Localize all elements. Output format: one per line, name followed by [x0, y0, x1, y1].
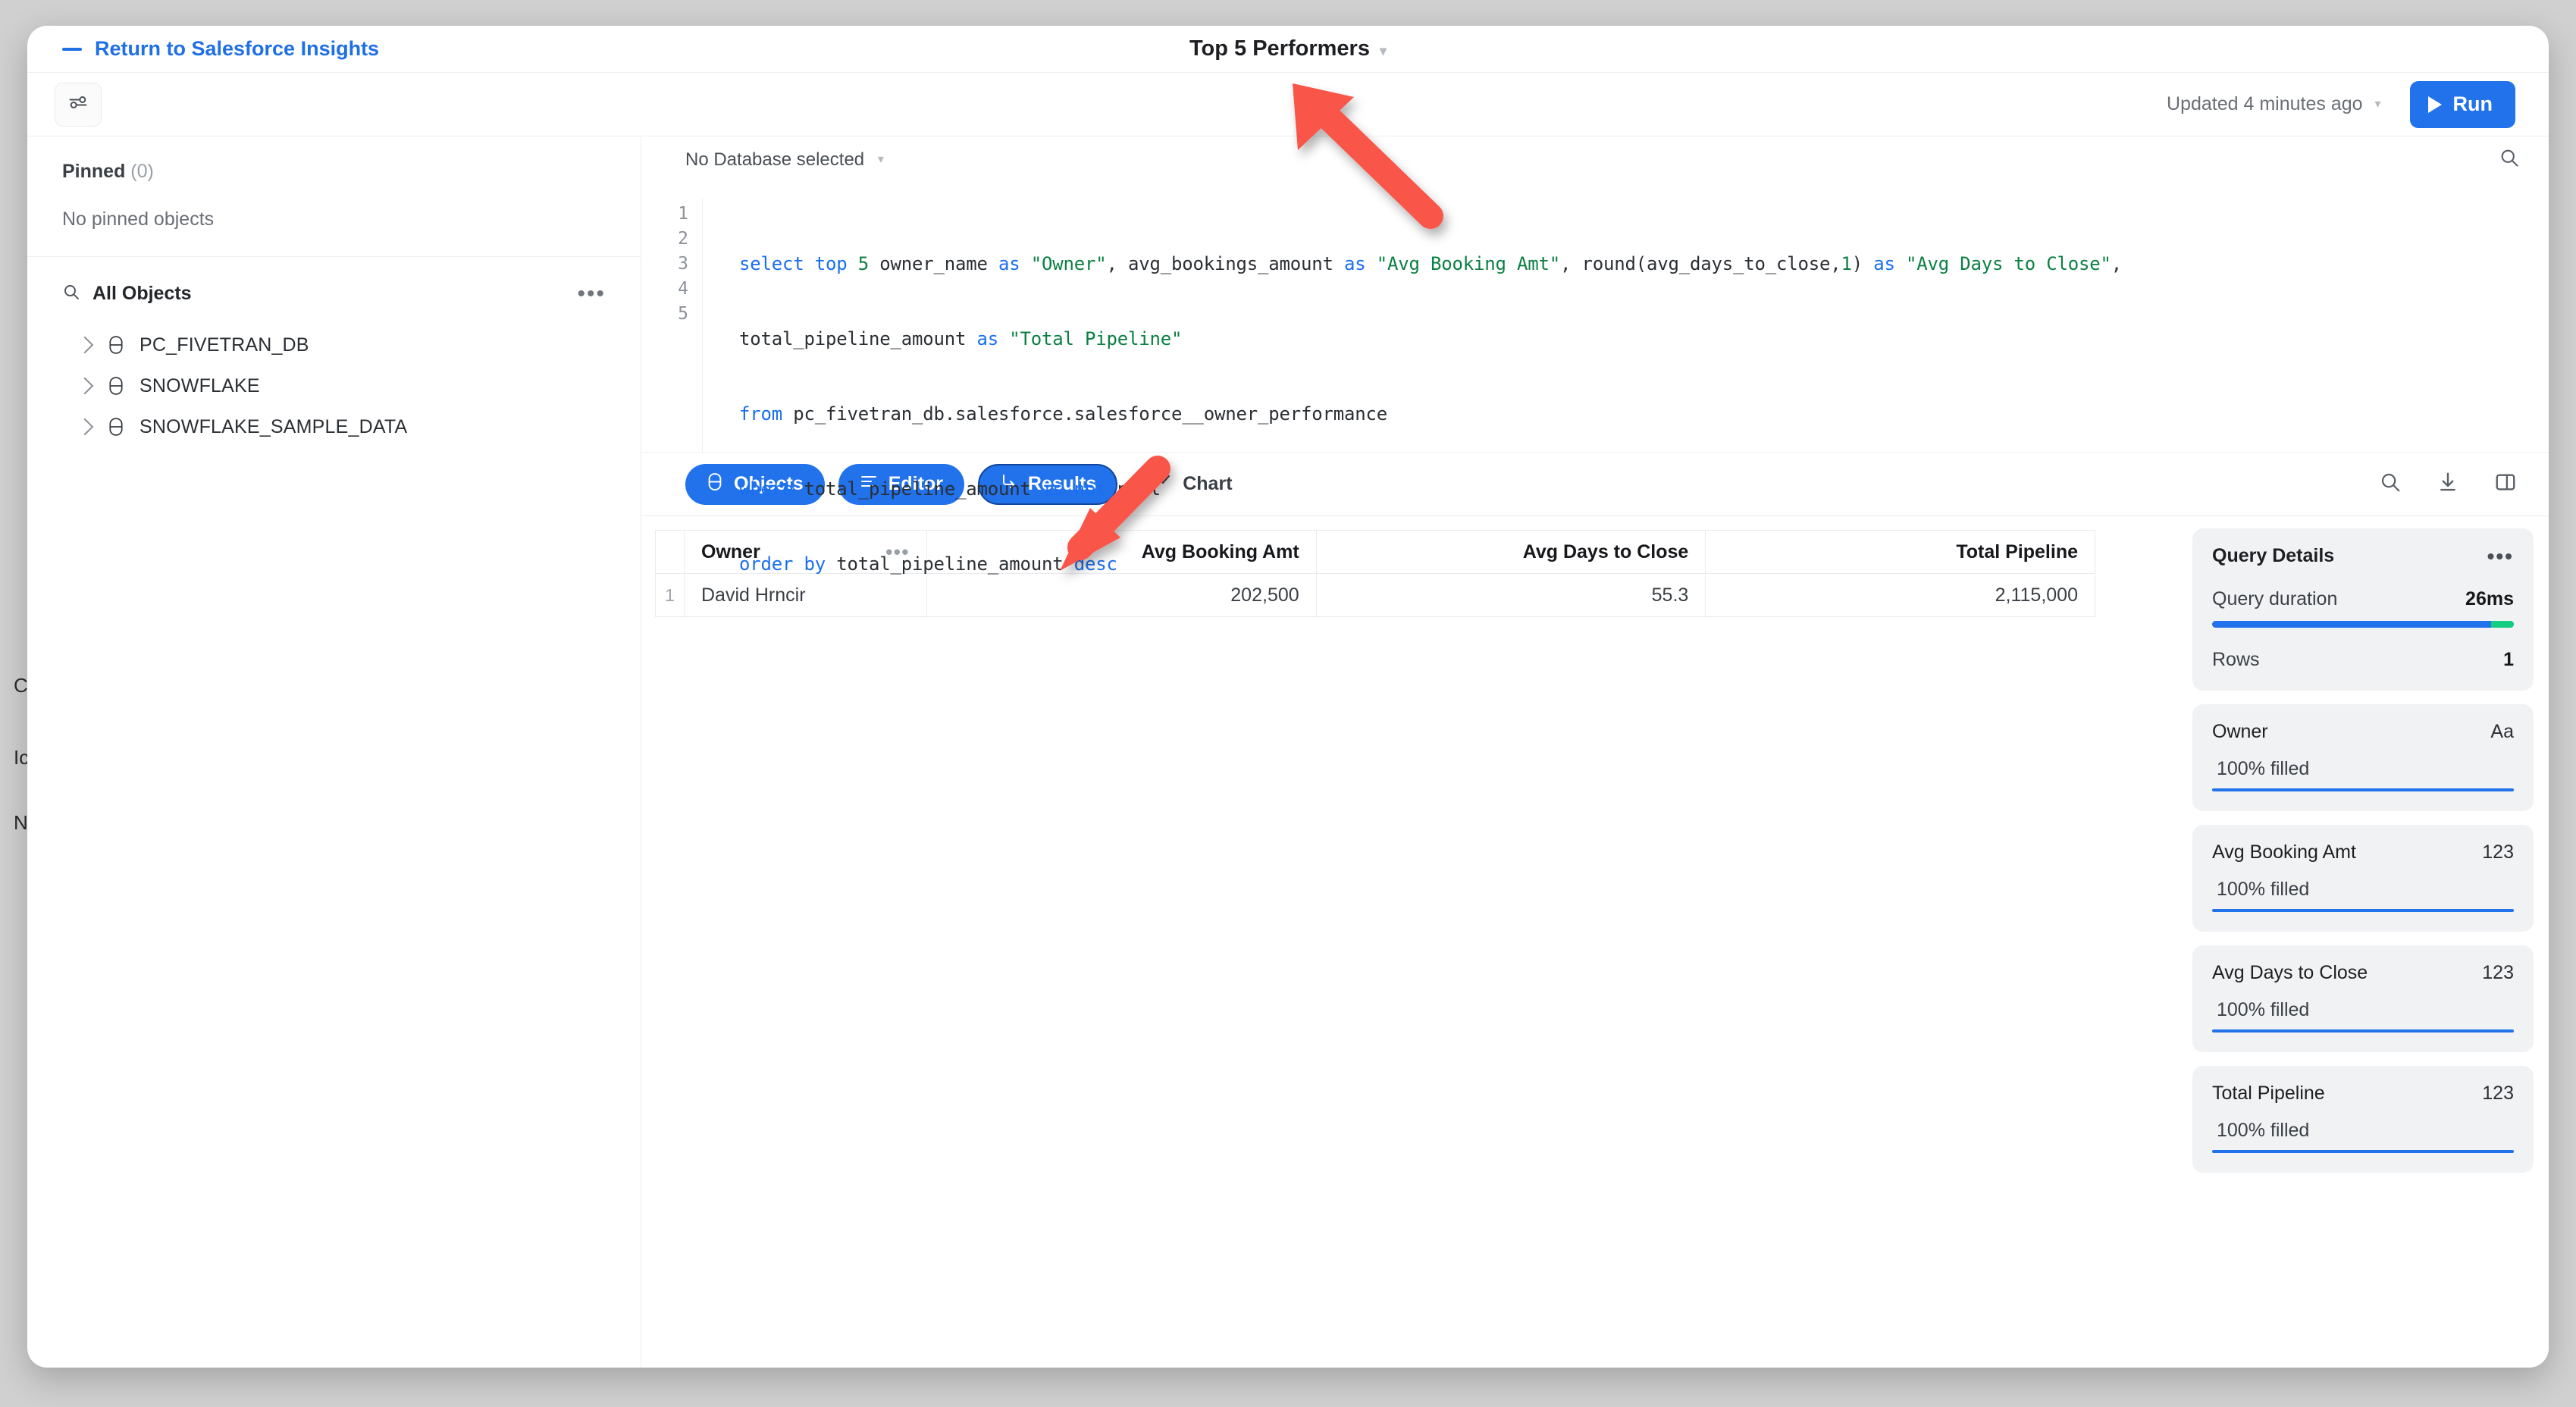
- pinned-header: Pinned (0): [27, 161, 641, 183]
- tree-item-snowflake-sample-data[interactable]: SNOWFLAKE_SAMPLE_DATA: [27, 406, 641, 447]
- all-objects-header[interactable]: All Objects •••: [27, 257, 641, 305]
- column-type-badge: 123: [2482, 841, 2514, 863]
- sql-editor[interactable]: 1 2 3 4 5 select top 5 owner_name as "Ow…: [641, 183, 2549, 453]
- ghost-text-2: N: [14, 811, 28, 835]
- minus-icon: [62, 48, 82, 51]
- run-button[interactable]: Run: [2410, 81, 2515, 128]
- chevron-right-icon[interactable]: [77, 378, 94, 395]
- tree-item-pc-fivetran-db[interactable]: PC_FIVETRAN_DB: [27, 324, 641, 365]
- column-stat-card-total-pipeline: Total Pipeline 123 100% filled: [2192, 1066, 2534, 1173]
- ghost-text-0: C: [14, 674, 28, 697]
- column-stat-name: Owner: [2212, 721, 2268, 743]
- column-stat-name: Total Pipeline: [2212, 1083, 2325, 1105]
- database-selector-bar: No Database selected ▾: [641, 136, 2549, 183]
- row-index-header: [656, 531, 685, 574]
- search-icon: [2499, 147, 2520, 168]
- all-objects-menu-button[interactable]: •••: [577, 290, 606, 298]
- sql-line: select top 5 owner_name as "Owner", avg_…: [739, 252, 2549, 277]
- pinned-section: Pinned (0) No pinned objects: [27, 136, 641, 257]
- column-stat-name: Avg Days to Close: [2212, 962, 2368, 984]
- column-fill-bar: [2212, 788, 2514, 791]
- results-table-wrapper: Owner ••• Avg Booking Amt Avg Days to Cl…: [641, 516, 2192, 1368]
- chevron-down-icon: ▾: [2374, 98, 2380, 111]
- sql-line: order by total_pipeline_amount desc: [739, 552, 2549, 577]
- database-icon: [108, 335, 124, 355]
- column-type-badge: 123: [2482, 1083, 2514, 1105]
- all-objects-label: All Objects: [92, 283, 192, 305]
- sql-line: from pc_fivetran_db.salesforce.salesforc…: [739, 402, 2549, 427]
- line-number: 1: [641, 202, 688, 227]
- tree-item-snowflake[interactable]: SNOWFLAKE: [27, 365, 641, 406]
- database-icon: [108, 376, 124, 396]
- worksheet-title-dropdown[interactable]: Top 5 Performers ▾: [1189, 36, 1387, 61]
- results-area: Owner ••• Avg Booking Amt Avg Days to Cl…: [641, 516, 2549, 1368]
- main-pane: No Database selected ▾ 1 2 3 4 5: [641, 136, 2549, 1368]
- row-index-cell: 1: [656, 574, 685, 617]
- line-number-gutter: 1 2 3 4 5: [641, 199, 702, 452]
- worksheet-title-text: Top 5 Performers: [1189, 36, 1370, 61]
- rows-row: Rows 1: [2212, 649, 2514, 671]
- line-number: 5: [641, 302, 688, 327]
- sql-line: total_pipeline_amount as "Total Pipeline…: [739, 327, 2549, 352]
- back-link-label: Return to Salesforce Insights: [95, 37, 379, 61]
- worksheet-window: Return to Salesforce Insights Top 5 Perf…: [27, 26, 2549, 1368]
- play-icon: [2428, 96, 2442, 113]
- search-icon: [62, 283, 80, 305]
- line-number: 3: [641, 252, 688, 277]
- updated-timestamp-dropdown[interactable]: Updated 4 minutes ago ▾: [2167, 93, 2381, 115]
- database-icon: [707, 472, 723, 497]
- action-bar: Updated 4 minutes ago ▾ Run: [27, 73, 2549, 136]
- tree-item-label: SNOWFLAKE_SAMPLE_DATA: [139, 416, 407, 438]
- line-number: 4: [641, 277, 688, 302]
- sql-line: where total_pipeline_amount is not null: [739, 477, 2549, 502]
- column-fill-bar: [2212, 1150, 2514, 1153]
- column-fill-label: 100% filled: [2212, 758, 2514, 780]
- column-stat-card-owner: Owner Aa 100% filled: [2192, 704, 2534, 811]
- column-stat-header: Owner Aa: [2212, 721, 2514, 743]
- updated-timestamp-label: Updated 4 minutes ago: [2167, 93, 2363, 114]
- pinned-count: (0): [130, 161, 154, 182]
- column-stat-card-avg-booking-amt: Avg Booking Amt 123 100% filled: [2192, 825, 2534, 932]
- title-bar: Return to Salesforce Insights Top 5 Perf…: [27, 26, 2549, 73]
- rows-label: Rows: [2212, 649, 2260, 671]
- sql-code-area[interactable]: select top 5 owner_name as "Owner", avg_…: [702, 199, 2549, 452]
- column-stat-header: Avg Days to Close 123: [2212, 962, 2514, 984]
- pinned-label: Pinned: [62, 161, 125, 182]
- chevron-down-icon: ▾: [878, 153, 884, 166]
- column-fill-label: 100% filled: [2212, 999, 2514, 1021]
- query-details-panel: Query Details ••• Query duration 26ms Ro…: [2192, 516, 2549, 1368]
- chevron-down-icon: ▾: [1380, 43, 1387, 59]
- window-body: Pinned (0) No pinned objects All Objects…: [27, 136, 2549, 1368]
- database-tree: PC_FIVETRAN_DB SNOWFLAKE: [27, 324, 641, 447]
- line-number: 2: [641, 227, 688, 252]
- editor-search-button[interactable]: [2499, 147, 2520, 172]
- objects-sidebar: Pinned (0) No pinned objects All Objects…: [27, 136, 641, 1368]
- column-fill-label: 100% filled: [2212, 1120, 2514, 1142]
- database-selector-label: No Database selected: [685, 149, 864, 170]
- chevron-right-icon[interactable]: [77, 418, 94, 436]
- return-to-salesforce-insights-link[interactable]: Return to Salesforce Insights: [62, 37, 379, 61]
- column-stat-name: Avg Booking Amt: [2212, 841, 2356, 863]
- column-fill-bar: [2212, 909, 2514, 912]
- column-fill-label: 100% filled: [2212, 879, 2514, 901]
- column-fill-bar: [2212, 1029, 2514, 1033]
- settings-button[interactable]: [55, 83, 102, 127]
- sliders-icon: [67, 92, 89, 117]
- column-stat-header: Total Pipeline 123: [2212, 1083, 2514, 1105]
- tree-item-label: SNOWFLAKE: [139, 375, 260, 397]
- column-stat-header: Avg Booking Amt 123: [2212, 841, 2514, 863]
- chevron-right-icon[interactable]: [77, 337, 94, 354]
- pinned-empty-message: No pinned objects: [27, 208, 641, 230]
- page-title: Top 5 Performers ▾: [27, 36, 2549, 61]
- column-stat-card-avg-days-to-close: Avg Days to Close 123 100% filled: [2192, 945, 2534, 1052]
- database-icon: [108, 417, 124, 437]
- database-selector[interactable]: No Database selected ▾: [685, 149, 884, 171]
- column-type-badge: Aa: [2490, 721, 2514, 743]
- tree-item-label: PC_FIVETRAN_DB: [139, 334, 309, 356]
- column-type-badge: 123: [2482, 962, 2514, 984]
- rows-value: 1: [2503, 649, 2514, 671]
- run-button-label: Run: [2453, 92, 2493, 116]
